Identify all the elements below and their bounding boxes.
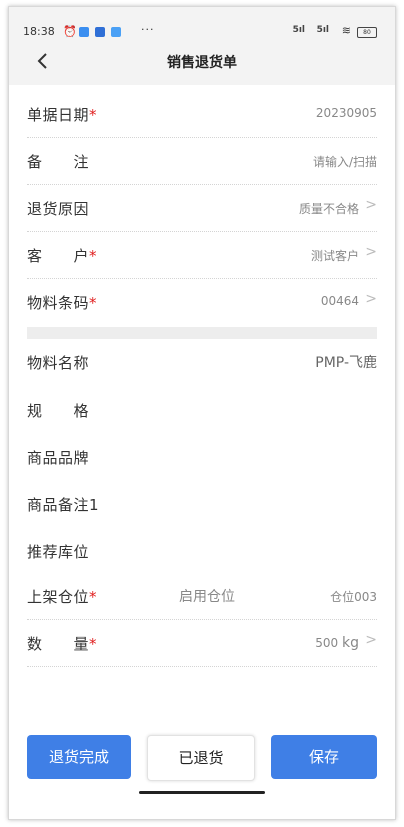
field-label: 物料名称 [27, 354, 90, 372]
chevron-right-icon[interactable]: > [365, 632, 377, 648]
info-brand: 商品品牌 [27, 434, 377, 480]
alarm-icon: ⏰ [63, 25, 77, 38]
field-label: 客 户* [27, 247, 98, 265]
material-name-value: PMP-飞鹿 [315, 355, 377, 371]
doc-date-value[interactable]: 20230905 [316, 106, 377, 120]
page-title: 销售退货单 [167, 55, 237, 71]
field-label: 退货原因 [27, 200, 90, 218]
field-shelf-location[interactable]: 上架仓位* 启用仓位 仓位003 [27, 573, 377, 620]
material-barcode-value[interactable]: 00464 [321, 294, 359, 308]
wifi-icon: ≋ [341, 24, 351, 37]
field-remark[interactable]: 备 注 请输入/扫描 [27, 138, 377, 185]
field-label: 推荐库位 [27, 543, 90, 561]
field-label: 单据日期* [27, 106, 98, 124]
field-customer[interactable]: 客 户* 测试客户 > [27, 232, 377, 279]
save-button[interactable]: 保存 [271, 735, 377, 779]
chevron-right-icon[interactable]: > [365, 244, 377, 260]
info-remark1: 商品备注1 [27, 481, 377, 527]
field-material-barcode[interactable]: 物料条码* 00464 > [27, 279, 377, 325]
field-return-reason[interactable]: 退货原因 质量不合格 > [27, 185, 377, 232]
field-label: 上架仓位* [27, 588, 98, 606]
status-bar: 18:38 ⏰ ··· 5ıl 5ıl ≋ 80 [23, 23, 379, 41]
field-label: 备 注 [27, 153, 90, 171]
field-doc-date[interactable]: 单据日期* 20230905 [27, 91, 377, 138]
info-material-name: 物料名称 PMP-飞鹿 [27, 339, 377, 385]
app-notification-icon [79, 27, 89, 37]
return-reason-value[interactable]: 质量不合格 [299, 200, 359, 217]
quantity-value[interactable]: 500 kg [315, 635, 359, 651]
customer-value[interactable]: 测试客户 [311, 247, 359, 264]
enable-location-toggle[interactable]: 启用仓位 [179, 586, 235, 606]
status-time: 18:38 [23, 25, 55, 38]
section-divider [27, 327, 377, 339]
chevron-right-icon[interactable]: > [365, 197, 377, 213]
return-complete-button[interactable]: 退货完成 [27, 735, 131, 779]
signal-icon: 5ıl [316, 25, 329, 35]
battery-icon: 80 [357, 27, 377, 38]
field-quantity[interactable]: 数 量* 500 kg > [27, 620, 377, 667]
signal-icon: 5ıl [292, 25, 305, 35]
field-label: 规 格 [27, 402, 90, 420]
home-indicator [139, 791, 265, 794]
more-notifications: ··· [141, 23, 155, 36]
returned-button[interactable]: 已退货 [147, 735, 255, 781]
field-label: 商品备注1 [27, 496, 100, 514]
info-recommended-location: 推荐库位 [27, 528, 377, 574]
field-label: 数 量* [27, 635, 98, 653]
remark-input[interactable]: 请输入/扫描 [313, 153, 377, 170]
app-notification-icon [111, 27, 121, 37]
chevron-right-icon[interactable]: > [365, 291, 377, 307]
field-label: 物料条码* [27, 294, 98, 312]
app-notification-icon [95, 27, 105, 37]
phone-screen: 18:38 ⏰ ··· 5ıl 5ıl ≋ 80 销售退货单 单据日期* 202… [8, 6, 396, 820]
top-bar: 18:38 ⏰ ··· 5ıl 5ıl ≋ 80 销售退货单 [9, 7, 395, 85]
shelf-location-value[interactable]: 仓位003 [330, 588, 377, 605]
field-label: 商品品牌 [27, 449, 90, 467]
info-spec: 规 格 [27, 387, 377, 433]
